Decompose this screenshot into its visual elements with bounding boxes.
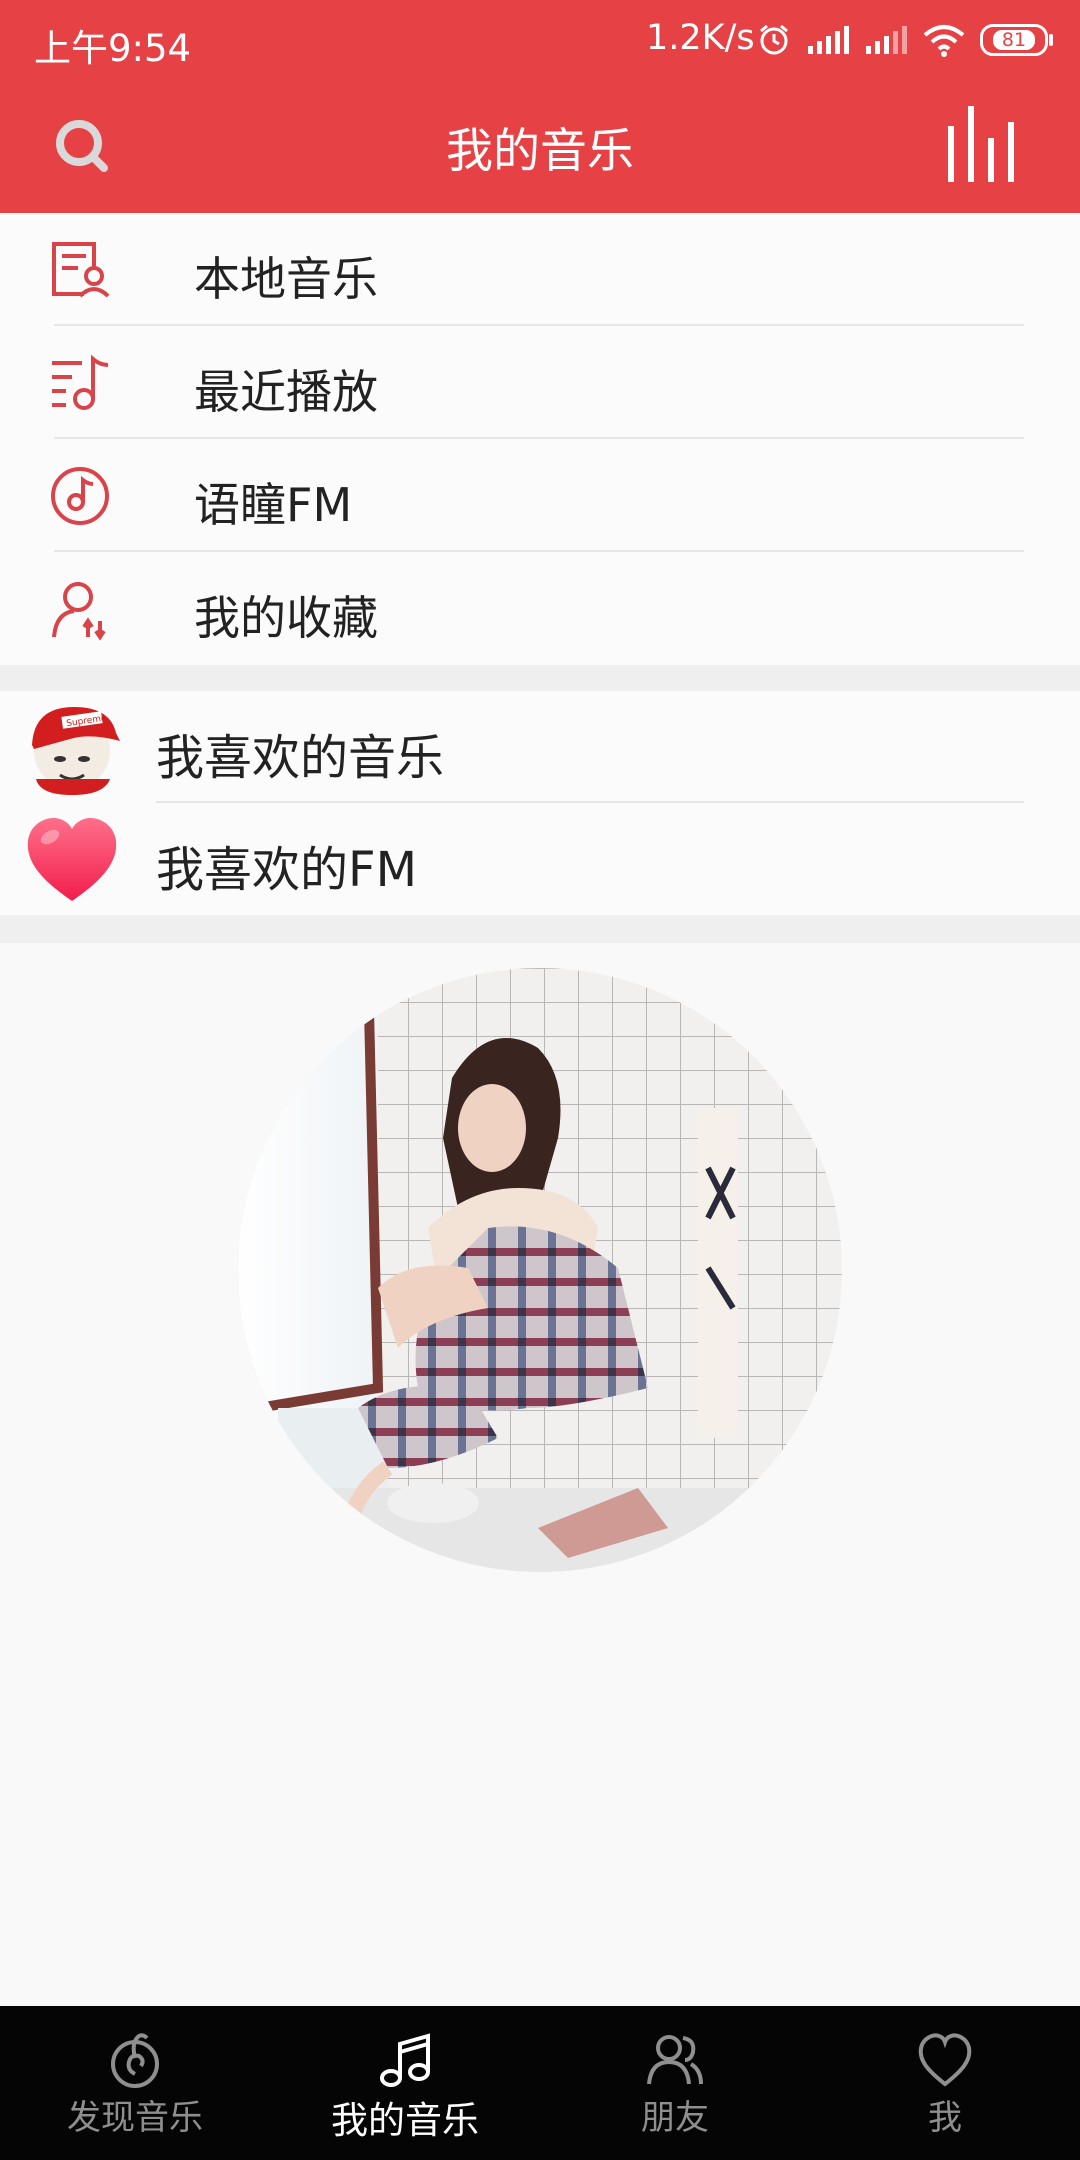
section-gap (0, 915, 1080, 943)
page-title: 我的音乐 (446, 124, 634, 179)
battery-level: 81 (992, 30, 1036, 50)
battery-indicator: 81 (980, 24, 1053, 56)
menu-item-label: 语瞳FM (194, 478, 353, 532)
bottom-navigation: 发现音乐 我的音乐 朋友 我 (0, 2006, 1080, 2160)
menu-item-collection[interactable]: 我的收藏 (0, 552, 1080, 665)
app-header: 上午9:54 1.2K/s 81 我的音乐 (0, 0, 1080, 213)
equalizer-icon[interactable] (944, 104, 1020, 184)
friends-icon (647, 2035, 703, 2085)
tab-label: 我 (928, 2098, 962, 2138)
status-time: 上午9:54 (34, 27, 192, 70)
music-menu: 本地音乐 最近播放 语瞳FM 我的收藏 (0, 213, 1080, 665)
signal-icon (808, 26, 849, 54)
heart-icon (27, 817, 117, 901)
menu-item-local-music[interactable]: 本地音乐 (0, 213, 1080, 326)
wifi-icon (923, 25, 965, 57)
fav-item-liked-music[interactable]: Supreme 我喜欢的音乐 (0, 691, 1080, 803)
section-gap (0, 665, 1080, 691)
discover-music-icon (111, 2033, 159, 2088)
alarm-icon (760, 24, 788, 55)
tab-label: 我的音乐 (331, 2099, 479, 2142)
title-bar: 我的音乐 (0, 80, 1080, 213)
tab-friends[interactable]: 朋友 (540, 2006, 810, 2160)
tab-discover-music[interactable]: 发现音乐 (0, 2006, 270, 2160)
heart-outline-icon (918, 2033, 972, 2087)
profile-photo (238, 968, 842, 1572)
tab-my-music[interactable]: 我的音乐 (270, 2006, 540, 2160)
status-bar: 上午9:54 1.2K/s 81 (0, 0, 1080, 80)
menu-item-label: 本地音乐 (194, 252, 378, 306)
tab-label: 发现音乐 (67, 2098, 203, 2138)
fav-item-liked-fm[interactable]: 我喜欢的FM (0, 803, 1080, 915)
signal-2-icon (866, 26, 907, 54)
status-icons: 81 (756, 16, 1053, 64)
fm-icon (51, 467, 109, 525)
cartoon-avatar-icon: Supreme (32, 707, 120, 795)
fav-item-label: 我喜欢的音乐 (156, 730, 445, 786)
tab-label: 朋友 (641, 2098, 709, 2138)
fav-item-label: 我喜欢的FM (156, 842, 418, 898)
favorites-list: Supreme 我喜欢的音乐 我喜欢的FM (0, 691, 1080, 915)
network-speed: 1.2K/s (646, 18, 755, 58)
tab-me[interactable]: 我 (810, 2006, 1080, 2160)
menu-item-label: 最近播放 (194, 365, 378, 419)
menu-item-fm[interactable]: 语瞳FM (0, 439, 1080, 552)
local-music-icon (52, 242, 110, 298)
menu-item-recent-play[interactable]: 最近播放 (0, 326, 1080, 439)
menu-item-label: 我的收藏 (194, 591, 378, 645)
music-note-icon (380, 2033, 430, 2087)
collection-icon (52, 582, 106, 641)
recent-play-icon (52, 354, 109, 410)
profile-photo-image (238, 968, 842, 1572)
